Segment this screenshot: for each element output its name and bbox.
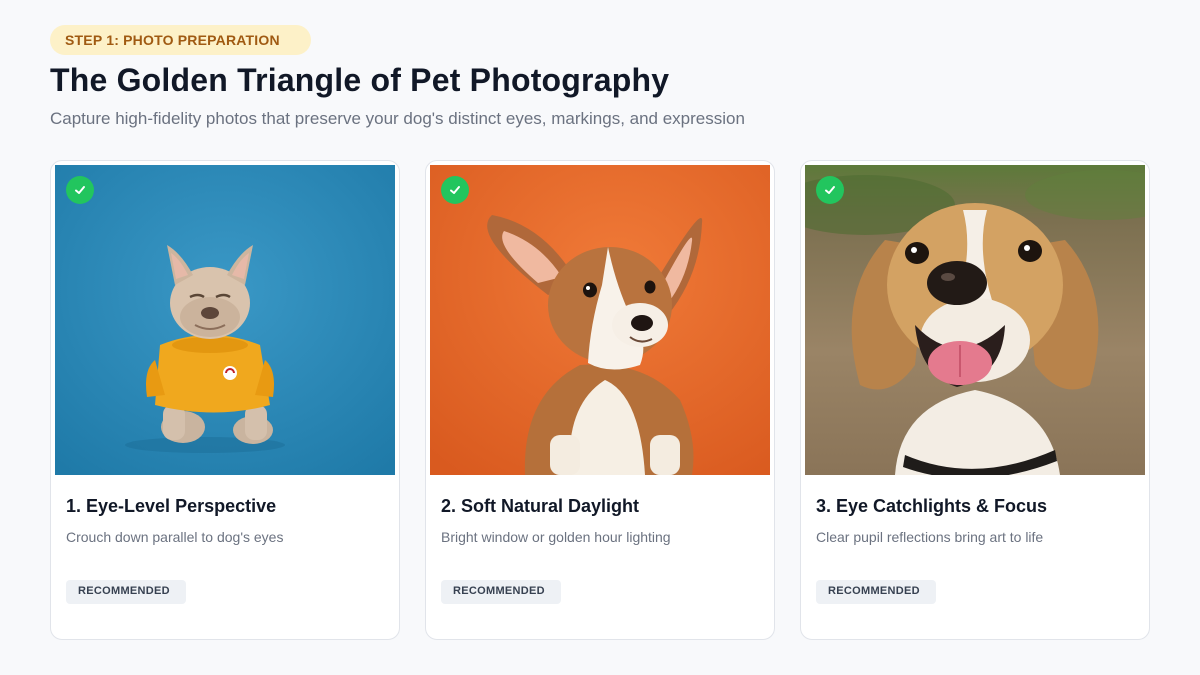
card-natural-daylight[interactable]: 2. Soft Natural Daylight Bright window o… bbox=[425, 160, 775, 640]
card-title: 1. Eye-Level Perspective bbox=[66, 496, 277, 516]
check-icon bbox=[816, 176, 844, 204]
check-icon bbox=[441, 176, 469, 204]
page: STEP 1: PHOTO PREPARATION The Golden Tri… bbox=[0, 0, 1200, 675]
check-icon bbox=[66, 176, 94, 204]
card-title: 3. Eye Catchlights & Focus bbox=[816, 496, 1048, 516]
photo-beagle bbox=[805, 165, 1145, 475]
page-title: The Golden Triangle of Pet Photography bbox=[50, 62, 670, 98]
card-description: Bright window or golden hour lighting bbox=[441, 529, 671, 545]
recommended-tag: RECOMMENDED bbox=[441, 580, 561, 604]
photo-corgi-puppy bbox=[430, 165, 770, 475]
page-subtitle: Capture high-fidelity photos that preser… bbox=[50, 109, 745, 128]
card-description: Crouch down parallel to dog's eyes bbox=[66, 529, 284, 545]
recommended-tag: RECOMMENDED bbox=[816, 580, 936, 604]
card-title: 2. Soft Natural Daylight bbox=[441, 496, 640, 516]
card-eye-catchlights[interactable]: 3. Eye Catchlights & Focus Clear pupil r… bbox=[800, 160, 1150, 640]
photo-french-bulldog bbox=[55, 165, 395, 475]
card-eye-level[interactable]: 1. Eye-Level Perspective Crouch down par… bbox=[50, 160, 400, 640]
recommended-tag: RECOMMENDED bbox=[66, 580, 186, 604]
card-description: Clear pupil reflections bring art to lif… bbox=[816, 529, 1044, 545]
step-badge: STEP 1: PHOTO PREPARATION bbox=[50, 25, 311, 55]
